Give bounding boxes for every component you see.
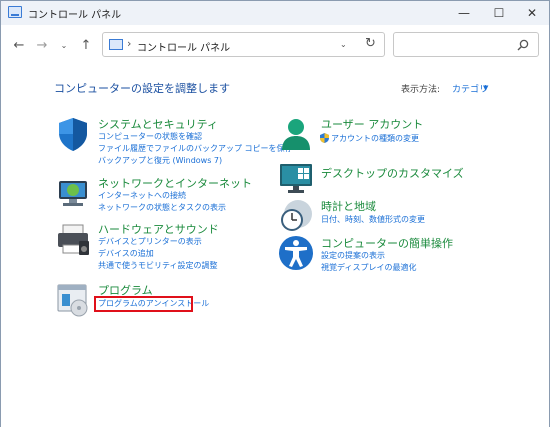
control-panel-icon bbox=[109, 39, 123, 50]
category-title-user-accounts[interactable]: ユーザー アカウント bbox=[321, 116, 423, 132]
category-title-system-security[interactable]: システムとセキュリティ bbox=[98, 116, 218, 132]
minimize-button[interactable]: — bbox=[447, 1, 481, 25]
link-network-status[interactable]: ネットワークの状態とタスクの表示 bbox=[98, 202, 226, 213]
control-panel-icon bbox=[8, 6, 22, 18]
chevron-down-icon[interactable]: ⌄ bbox=[340, 40, 347, 49]
control-panel-window: コントロール パネル — ☐ ✕ ← → ⌄ ↑ › コントロール パネル ⌄ … bbox=[0, 0, 550, 427]
programs-icon[interactable] bbox=[55, 282, 91, 318]
title-bar: コントロール パネル — ☐ ✕ bbox=[1, 1, 549, 25]
category-title-appearance[interactable]: デスクトップのカスタマイズ bbox=[321, 165, 464, 181]
breadcrumb-control-panel[interactable]: コントロール パネル bbox=[137, 39, 230, 54]
address-bar[interactable]: › コントロール パネル ⌄ ↻ bbox=[102, 32, 385, 57]
link-connect-internet[interactable]: インターネットへの接続 bbox=[98, 190, 186, 201]
link-change-account-type[interactable]: アカウントの種類の変更 bbox=[331, 133, 419, 144]
highlight-box bbox=[94, 296, 193, 312]
forward-arrow-icon[interactable]: → bbox=[34, 38, 50, 53]
link-devices-printers[interactable]: デバイスとプリンターの表示 bbox=[98, 236, 202, 247]
up-arrow-icon[interactable]: ↑ bbox=[78, 38, 94, 53]
shield-icon[interactable] bbox=[55, 116, 91, 152]
maximize-button[interactable]: ☐ bbox=[482, 1, 516, 25]
navigation-bar: ← → ⌄ ↑ › コントロール パネル ⌄ ↻ bbox=[1, 25, 549, 65]
desktop-icon[interactable] bbox=[278, 161, 314, 197]
back-arrow-icon[interactable]: ← bbox=[11, 38, 27, 53]
window-title: コントロール パネル bbox=[28, 10, 122, 21]
view-by-label: 表示方法: bbox=[401, 85, 441, 95]
link-backup-restore[interactable]: バックアップと復元 (Windows 7) bbox=[98, 155, 222, 166]
link-mobility-settings[interactable]: 共通で使うモビリティ設定の調整 bbox=[98, 260, 218, 271]
uac-shield-icon bbox=[320, 133, 329, 143]
close-button[interactable]: ✕ bbox=[515, 1, 549, 25]
accessibility-icon[interactable] bbox=[278, 235, 314, 271]
refresh-icon[interactable]: ↻ bbox=[365, 36, 376, 51]
link-add-device[interactable]: デバイスの追加 bbox=[98, 248, 154, 259]
search-input[interactable] bbox=[393, 32, 539, 57]
printer-icon[interactable] bbox=[55, 221, 91, 257]
link-file-history[interactable]: ファイル履歴でファイルのバックアップ コピーを保存 bbox=[98, 143, 293, 154]
page-title: コンピューターの設定を調整します bbox=[54, 82, 230, 95]
recent-locations-chevron-icon[interactable]: ⌄ bbox=[56, 41, 72, 50]
category-title-ease-of-access[interactable]: コンピューターの簡単操作 bbox=[321, 235, 453, 251]
user-accounts-icon[interactable] bbox=[278, 116, 314, 152]
content-area: コンピューターの設定を調整します 表示方法: カテゴリ ▼ システムとセキュリテ… bbox=[1, 65, 549, 427]
link-date-time-number-format[interactable]: 日付、時刻、数値形式の変更 bbox=[321, 214, 425, 225]
category-title-clock-region[interactable]: 時計と地域 bbox=[321, 198, 376, 214]
caret-down-icon[interactable]: ▼ bbox=[483, 84, 488, 92]
link-suggested-settings[interactable]: 設定の提案の表示 bbox=[321, 250, 385, 261]
clock-globe-icon[interactable] bbox=[278, 198, 314, 234]
link-optimize-visual-display[interactable]: 視覚ディスプレイの最適化 bbox=[321, 262, 416, 273]
category-title-network-internet[interactable]: ネットワークとインターネット bbox=[98, 175, 252, 191]
breadcrumb-separator: › bbox=[127, 37, 132, 50]
network-icon[interactable] bbox=[55, 175, 91, 211]
search-icon bbox=[517, 39, 529, 51]
link-check-status[interactable]: コンピューターの状態を確認 bbox=[98, 131, 202, 142]
category-title-hardware-sound[interactable]: ハードウェアとサウンド bbox=[98, 221, 219, 237]
